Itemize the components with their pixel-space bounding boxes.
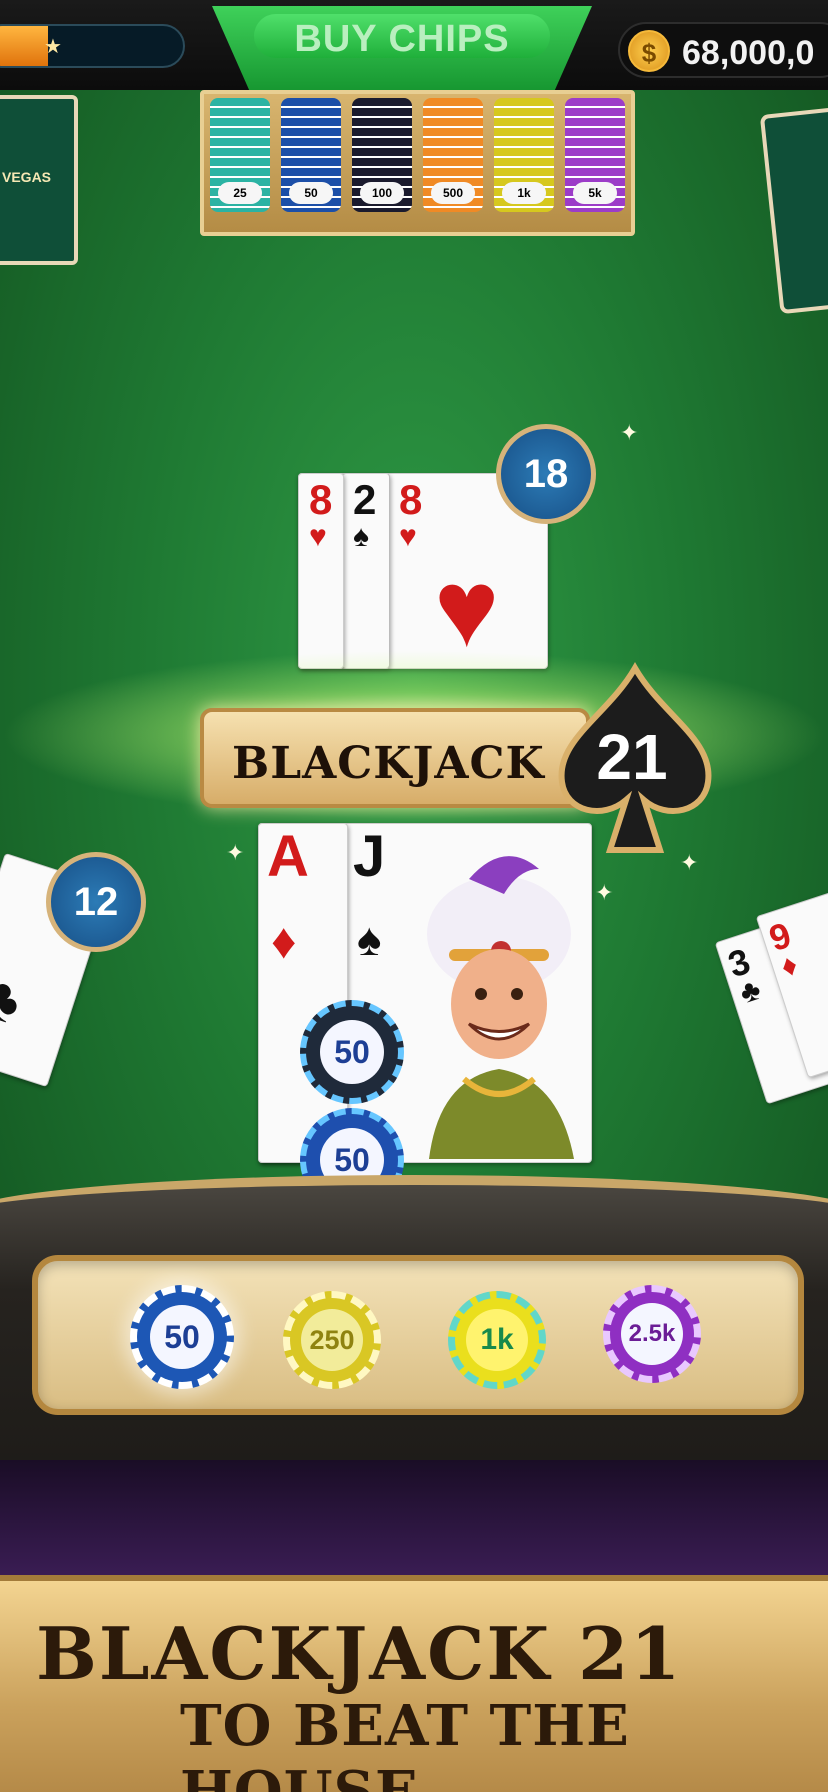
rack-chip-label: 500	[431, 182, 475, 204]
dealer-card-1: 8 ♥	[298, 473, 344, 669]
buy-chips-button[interactable]: BUY CHIPS	[212, 6, 592, 92]
card-rank: 8	[309, 476, 333, 523]
card-rank: 2	[353, 476, 377, 523]
buy-chips-label: BUY CHIPS	[294, 17, 510, 60]
bet-chip-stack[interactable]: 50	[300, 1000, 404, 1104]
promo-subheadline: TO BEAT THE HOUSE	[180, 1693, 630, 1792]
xp-progress-fill	[0, 26, 49, 66]
coin-icon: $	[628, 30, 670, 72]
sparkle-icon: ✦	[620, 420, 639, 445]
chip-value: 1k	[466, 1309, 528, 1371]
promo-banner: BLACKJACK 21 TO BEAT THE HOUSE	[0, 1575, 828, 1792]
left-seat-score-badge: 12	[46, 852, 146, 952]
chip-value: 250	[301, 1309, 363, 1371]
chip-selector-tray: 50 250 1k 2.5k	[32, 1255, 804, 1415]
rack-chip-label: 25	[218, 182, 262, 204]
coin-balance-amount: 68,000,0	[682, 34, 815, 72]
dealer-score-badge: 18	[496, 424, 596, 524]
deck-vegas-label: VEGAS	[2, 169, 52, 185]
chip-select-50[interactable]: 50	[130, 1285, 234, 1389]
rack-chip-label: 1k	[502, 182, 546, 204]
chip-select-250[interactable]: 250	[283, 1291, 381, 1389]
bottom-backdrop	[0, 1460, 828, 1580]
promo-headline: BLACKJACK 21	[36, 1611, 683, 1696]
sparkle-icon: ✦	[595, 880, 614, 905]
spade-icon: ♠	[357, 913, 382, 965]
club-icon: ♣	[735, 972, 765, 1011]
rack-slot-4: 1k	[494, 98, 554, 212]
rack-slot-2: 100	[352, 98, 412, 212]
card-deck-left: VEGAS	[0, 95, 78, 265]
rack-slot-5: 5k	[565, 98, 625, 212]
blackjack-score: 21	[596, 721, 668, 793]
sparkle-icon: ✦	[680, 850, 699, 875]
rack-chip-label: 100	[360, 182, 404, 204]
jack-portrait-icon	[427, 856, 574, 1159]
rack-slot-0: 25	[210, 98, 270, 212]
card-rank: 8	[399, 476, 423, 523]
heart-icon: ♥	[434, 547, 500, 670]
sparkle-icon: ✦	[226, 840, 245, 865]
rack-chip-label: 5k	[573, 182, 617, 204]
club-icon: ♣	[0, 961, 30, 1037]
xp-progress-bar: ★	[0, 24, 185, 68]
blackjack-banner: BLACKJACK	[200, 708, 590, 808]
dealer-card-2: 2 ♠	[342, 473, 390, 669]
chip-value: 2.5k	[621, 1303, 683, 1365]
heart-icon: ♥	[399, 520, 417, 553]
chip-value: 50	[150, 1305, 214, 1369]
diamond-icon: ♦	[271, 913, 297, 969]
coin-balance[interactable]: $ 68,000,0	[618, 22, 828, 78]
chip-select-2-5k[interactable]: 2.5k	[603, 1285, 701, 1383]
rack-chip-label: 50	[289, 182, 333, 204]
heart-icon: ♥	[309, 520, 327, 553]
chip-select-1k[interactable]: 1k	[448, 1291, 546, 1389]
star-icon: ★	[44, 36, 62, 58]
rack-slot-1: 50	[281, 98, 341, 212]
dealer-chip-rack: 25 50 100 500 1k 5k	[200, 90, 635, 236]
card-rank: A	[267, 824, 309, 889]
bet-chip-value: 50	[320, 1020, 384, 1084]
blackjack-banner-label: BLACKJACK	[232, 738, 545, 789]
diamond-icon: ♦	[776, 948, 802, 985]
spade-icon: ♠	[353, 520, 369, 553]
rack-slot-3: 500	[423, 98, 483, 212]
card-rank: J	[353, 824, 386, 889]
